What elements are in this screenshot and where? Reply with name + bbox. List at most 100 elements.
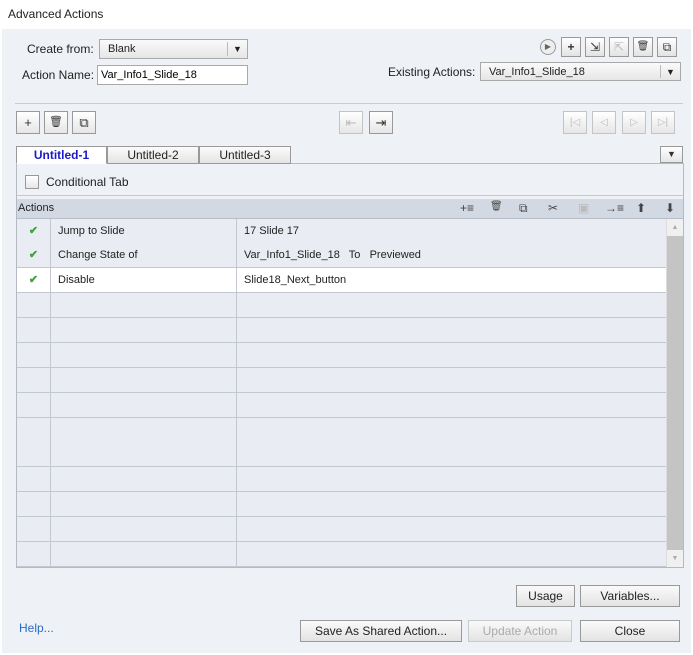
- actions-header-label: Actions: [18, 202, 55, 214]
- table-row[interactable]: ✔ Jump to Slide 17 Slide 17: [17, 219, 667, 244]
- empty-cell[interactable]: [237, 293, 667, 317]
- table-row-empty[interactable]: [17, 392, 667, 418]
- action-cell[interactable]: Disable: [51, 268, 237, 292]
- empty-cell[interactable]: [51, 293, 237, 317]
- delete-action-icon[interactable]: 🗑: [490, 201, 503, 212]
- last-tab-button[interactable]: ▷|: [651, 111, 675, 134]
- empty-cell[interactable]: [51, 542, 237, 566]
- table-row-empty[interactable]: [17, 293, 667, 318]
- conditional-tab-checkbox[interactable]: [25, 175, 39, 189]
- empty-cell[interactable]: [237, 467, 667, 491]
- empty-cell[interactable]: [237, 517, 667, 541]
- update-action-button[interactable]: Update Action: [468, 620, 572, 642]
- empty-cell[interactable]: [17, 392, 51, 417]
- help-link[interactable]: Help...: [19, 621, 54, 635]
- move-up-icon[interactable]: ⬆: [636, 201, 646, 215]
- save-as-shared-action-button[interactable]: Save As Shared Action...: [300, 620, 462, 642]
- empty-cell[interactable]: [237, 393, 667, 417]
- check-icon: ✔: [17, 268, 51, 292]
- existing-actions-dropdown[interactable]: Var_Info1_Slide_18 ▼: [480, 62, 681, 81]
- table-row-empty[interactable]: [17, 542, 667, 567]
- empty-cell[interactable]: [17, 317, 51, 342]
- empty-cell[interactable]: [51, 392, 237, 417]
- import-action-button[interactable]: ⇲: [585, 37, 605, 57]
- move-down-icon[interactable]: ⬇: [665, 201, 675, 215]
- close-button[interactable]: Close: [580, 620, 680, 642]
- move-left-button[interactable]: ⇤: [339, 111, 363, 134]
- action-name-input[interactable]: [97, 65, 248, 85]
- preview-play-icon[interactable]: ▶: [540, 39, 556, 55]
- empty-cell[interactable]: [51, 517, 237, 542]
- delete-action-button[interactable]: 🗑: [633, 37, 653, 57]
- tab-list-dropdown[interactable]: ▼: [660, 146, 683, 163]
- cut-action-icon[interactable]: ✂: [548, 201, 558, 215]
- tab-untitled-2[interactable]: Untitled-2: [107, 146, 199, 164]
- empty-cell[interactable]: [17, 342, 51, 367]
- empty-cell[interactable]: [17, 492, 51, 517]
- empty-cell[interactable]: [51, 367, 237, 392]
- add-tab-button[interactable]: +: [16, 111, 40, 134]
- usage-button[interactable]: Usage: [516, 585, 575, 607]
- empty-cell[interactable]: [51, 467, 237, 492]
- empty-cell[interactable]: [237, 442, 667, 466]
- table-row-empty[interactable]: [17, 317, 667, 343]
- insert-action-icon[interactable]: +≡: [460, 201, 474, 215]
- table-row-empty[interactable]: [17, 367, 667, 393]
- prev-tab-button[interactable]: ◁: [592, 111, 616, 134]
- table-row-empty[interactable]: [17, 342, 667, 368]
- empty-cell[interactable]: [17, 293, 51, 317]
- action-name-label: Action Name:: [22, 68, 95, 82]
- empty-cell[interactable]: [17, 517, 51, 542]
- empty-cell[interactable]: [237, 368, 667, 392]
- table-row-empty[interactable]: [17, 417, 667, 443]
- scroll-up-button[interactable]: ▲: [667, 219, 683, 236]
- tab-untitled-3[interactable]: Untitled-3: [199, 146, 291, 164]
- first-tab-button[interactable]: |◁: [563, 111, 587, 134]
- empty-cell[interactable]: [17, 467, 51, 492]
- target-cell[interactable]: 17 Slide 17: [237, 219, 667, 243]
- table-row-empty[interactable]: [17, 467, 667, 493]
- action-cell[interactable]: Jump to Slide: [51, 219, 237, 243]
- duplicate-action-button[interactable]: ⧉: [657, 37, 677, 57]
- move-right-button[interactable]: ⇥: [369, 111, 393, 134]
- table-row[interactable]: ✔ Change State of Var_Info1_Slide_18 To Pr…: [17, 243, 667, 268]
- divider: [17, 195, 683, 196]
- empty-cell[interactable]: [237, 318, 667, 342]
- empty-cell[interactable]: [17, 542, 51, 566]
- export-action-button[interactable]: ⇱: [609, 37, 629, 57]
- table-row-empty[interactable]: [17, 492, 667, 518]
- duplicate-tab-button[interactable]: ⧉: [72, 111, 96, 134]
- table-row[interactable]: ✔ Disable Slide18_Next_button: [17, 268, 667, 293]
- indent-action-icon[interactable]: →≡: [605, 201, 624, 215]
- actions-header: Actions +≡ 🗑 ⧉ ✂ ▣ →≡ ⬆ ⬇: [17, 199, 683, 219]
- empty-cell[interactable]: [237, 418, 667, 442]
- action-cell[interactable]: Change State of: [51, 243, 237, 267]
- empty-cell[interactable]: [51, 492, 237, 517]
- empty-cell[interactable]: [237, 492, 667, 516]
- target-cell[interactable]: Var_Info1_Slide_18 To Previewed: [237, 243, 667, 267]
- create-from-dropdown[interactable]: Blank ▼: [99, 39, 248, 59]
- empty-cell[interactable]: [17, 367, 51, 392]
- empty-cell[interactable]: [51, 417, 237, 442]
- delete-tab-button[interactable]: 🗑: [44, 111, 68, 134]
- copy-action-icon[interactable]: ⧉: [519, 201, 528, 216]
- empty-cell[interactable]: [237, 343, 667, 367]
- next-tab-button[interactable]: ▷: [622, 111, 646, 134]
- empty-cell[interactable]: [17, 417, 51, 442]
- empty-cell[interactable]: [51, 342, 237, 367]
- table-row-empty[interactable]: [17, 517, 667, 543]
- tab-untitled-1[interactable]: Untitled-1: [16, 146, 107, 164]
- paste-action-icon[interactable]: ▣: [578, 201, 589, 215]
- empty-cell[interactable]: [51, 442, 237, 467]
- empty-cell[interactable]: [237, 542, 667, 566]
- variables-button[interactable]: Variables...: [580, 585, 680, 607]
- target-cell[interactable]: Slide18_Next_button: [237, 268, 667, 292]
- check-icon: ✔: [17, 219, 51, 243]
- scrollbar[interactable]: ▲ ▼: [666, 219, 683, 567]
- new-action-button[interactable]: +: [561, 37, 581, 57]
- empty-cell[interactable]: [51, 317, 237, 342]
- table-row-empty[interactable]: [17, 442, 667, 468]
- chevron-down-icon: ▼: [660, 65, 680, 78]
- empty-cell[interactable]: [17, 442, 51, 467]
- scroll-down-button[interactable]: ▼: [667, 550, 683, 567]
